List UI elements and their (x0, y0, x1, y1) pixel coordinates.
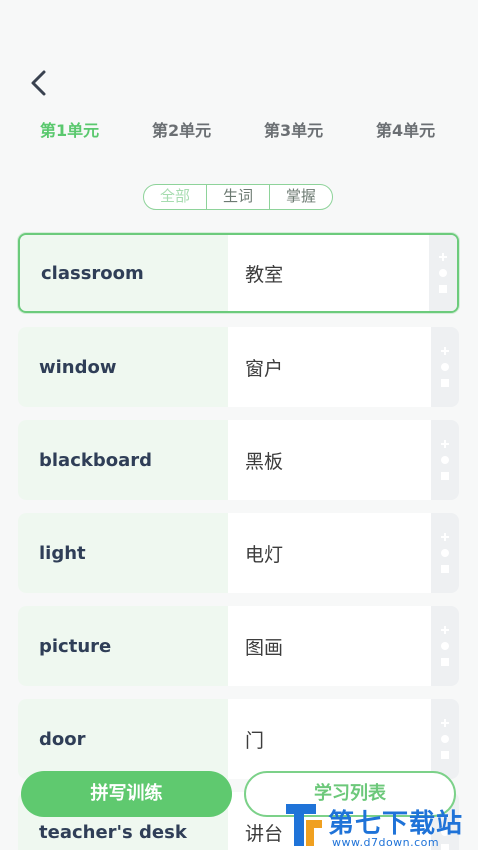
square-icon (441, 565, 449, 573)
plus-icon (441, 626, 449, 634)
word-card[interactable]: light 电灯 (18, 513, 459, 593)
plus-icon (441, 533, 449, 541)
square-icon (441, 379, 449, 387)
word-chinese: 教室 (228, 235, 430, 311)
dot-icon (439, 269, 448, 277)
word-chinese: 黑板 (228, 420, 431, 500)
word-chinese: 窗户 (228, 327, 431, 407)
word-actions[interactable] (431, 606, 459, 686)
word-actions[interactable] (429, 235, 457, 311)
dot-icon (441, 549, 449, 557)
dot-icon (441, 456, 449, 464)
watermark-url: www.d7down.com (332, 836, 440, 849)
word-english: picture (18, 606, 228, 686)
word-english: classroom (20, 235, 229, 311)
word-actions[interactable] (431, 327, 459, 407)
word-chinese: 图画 (228, 606, 431, 686)
plus-icon (441, 719, 449, 727)
watermark-title: 第七下载站 (328, 809, 464, 839)
dot-icon (441, 642, 449, 650)
word-list: classroom 教室 window 窗户 blackboard 黑板 lig… (0, 0, 478, 850)
word-actions[interactable] (431, 513, 459, 593)
plus-icon (441, 440, 449, 448)
word-card[interactable]: classroom 教室 (18, 233, 459, 313)
word-actions[interactable] (431, 420, 459, 500)
download-site-logo-icon (286, 804, 322, 846)
spelling-practice-button[interactable]: 拼写训练 (21, 771, 232, 817)
square-icon (439, 285, 448, 293)
word-english: window (18, 327, 228, 407)
site-watermark: 第七下载站 www.d7down.com (282, 800, 478, 850)
dot-icon (441, 735, 449, 743)
square-icon (441, 658, 449, 666)
word-chinese: 电灯 (228, 513, 431, 593)
plus-icon (441, 347, 449, 355)
word-english: light (18, 513, 228, 593)
word-english: blackboard (18, 420, 228, 500)
square-icon (441, 472, 449, 480)
dot-icon (441, 363, 449, 371)
plus-icon (439, 253, 448, 261)
word-card[interactable]: window 窗户 (18, 327, 459, 407)
word-card[interactable]: picture 图画 (18, 606, 459, 686)
square-icon (441, 751, 449, 759)
word-card[interactable]: blackboard 黑板 (18, 420, 459, 500)
